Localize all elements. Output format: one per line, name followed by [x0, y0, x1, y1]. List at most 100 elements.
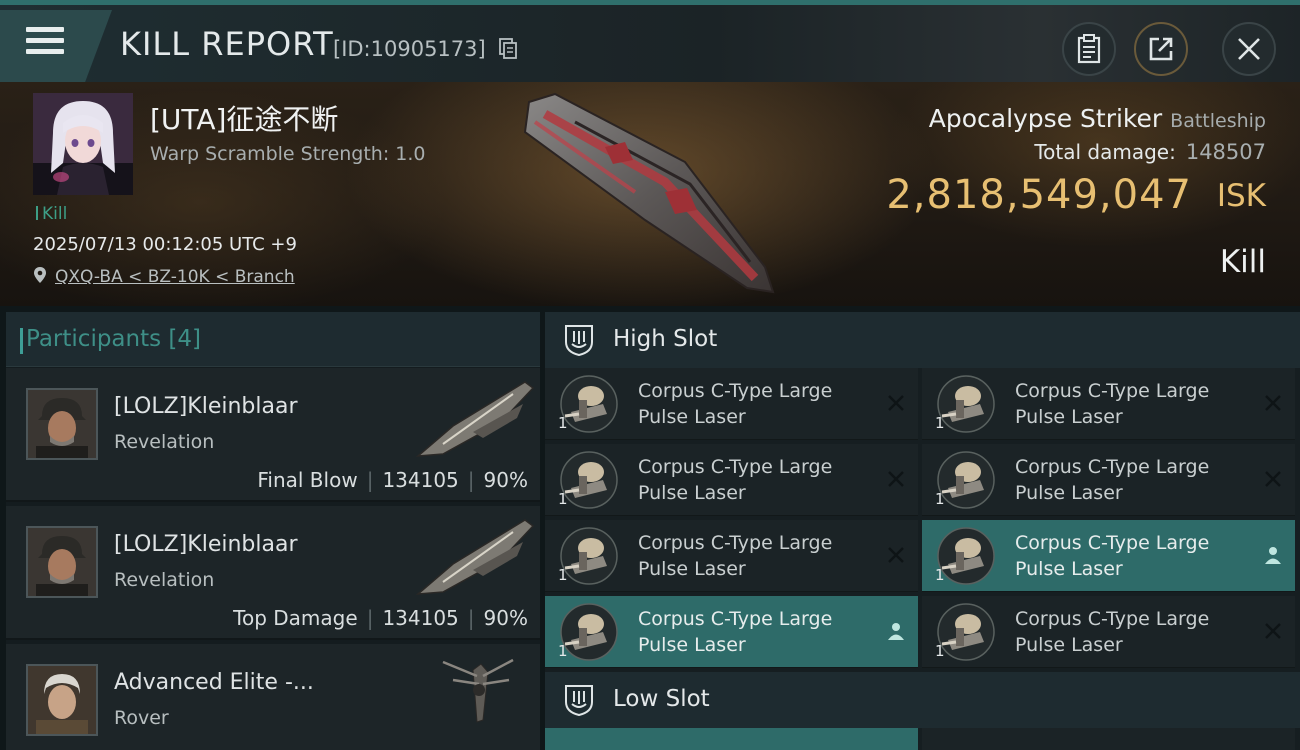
clipboard-icon: [1077, 34, 1101, 64]
module-name: Corpus C-Type Large Pulse Laser: [638, 456, 833, 504]
module-item[interactable]: 1 Corpus C-Type Large Pulse Laser: [922, 520, 1295, 592]
module-name: Corpus C-Type Large Pulse Laser: [638, 380, 833, 428]
participant-name: [LOLZ]Kleinblaar: [114, 532, 298, 557]
module-quantity: 1: [935, 566, 945, 584]
participant-ship: Revelation: [114, 569, 215, 591]
menu-button[interactable]: [26, 27, 64, 59]
destroyed-x-icon: [886, 545, 906, 565]
destroyed-x-icon: [886, 469, 906, 489]
module-item[interactable]: 1 Corpus C-Type Large Pulse Laser: [545, 368, 918, 440]
participant-avatar: [26, 388, 98, 460]
pulse-laser-icon: [936, 374, 996, 434]
report-id: [ID:10905173]: [333, 37, 486, 61]
destroyed-x-icon: [886, 393, 906, 413]
victim-avatar[interactable]: [33, 93, 133, 195]
module-quantity: 1: [558, 642, 568, 660]
victim-banner: [UTA]征途不断 Warp Scramble Strength: 1.0 Ki…: [0, 82, 1300, 306]
result-label: Kill: [1219, 244, 1266, 280]
share-button[interactable]: [1134, 22, 1188, 76]
module-item[interactable]: 1 Corpus C-Type Large Pulse Laser: [545, 444, 918, 516]
module-quantity: 1: [935, 490, 945, 508]
menu-icon: [26, 27, 64, 32]
copy-icon[interactable]: [499, 38, 517, 60]
participant-ship: Revelation: [114, 431, 215, 453]
module-quantity: 1: [558, 490, 568, 508]
low-slot-icon: [565, 685, 593, 716]
destroyed-x-icon: [1263, 621, 1283, 641]
participant-stats: Final Blow | 134105 | 90%: [257, 468, 528, 492]
fitting-slots-panel: High Slot 1 Corpus C-Type Large Pulse Las…: [545, 312, 1300, 750]
low-slot-module[interactable]: [545, 728, 918, 750]
participant-damage: 134105: [382, 606, 459, 630]
victim-ship-image: [523, 92, 775, 294]
pulse-laser-icon: [936, 450, 996, 510]
total-damage-label: Total damage:: [1034, 140, 1176, 164]
module-quantity: 1: [558, 566, 568, 584]
participants-header: Participants [4]: [6, 312, 540, 367]
module-name: Corpus C-Type Large Pulse Laser: [1015, 380, 1210, 428]
isk-unit: ISK: [1216, 178, 1266, 214]
module-name: Corpus C-Type Large Pulse Laser: [638, 608, 833, 656]
isk-value: 2,818,549,047: [886, 172, 1192, 218]
low-slot-header: Low Slot: [545, 672, 1300, 728]
participants-title: Participants [4]: [20, 326, 201, 354]
module-item[interactable]: 1 Corpus C-Type Large Pulse Laser: [922, 444, 1295, 516]
pulse-laser-icon: [936, 602, 996, 662]
warp-scramble-strength: Warp Scramble Strength: 1.0: [150, 143, 426, 165]
clipboard-button[interactable]: [1062, 22, 1116, 76]
close-icon: [1238, 38, 1260, 60]
module-item[interactable]: 1 Corpus C-Type Large Pulse Laser: [922, 596, 1295, 668]
ship-name-text: Apocalypse Striker: [928, 104, 1163, 133]
participant-row[interactable]: [LOLZ]Kleinblaar Revelation Top Damage | 1…: [6, 506, 540, 640]
victim-name[interactable]: [UTA]征途不断: [150, 98, 338, 138]
high-slot-label: High Slot: [613, 326, 718, 352]
close-button[interactable]: [1222, 22, 1276, 76]
kill-timestamp: 2025/07/13 00:12:05 UTC +9: [33, 234, 297, 255]
ship-class: Battleship: [1170, 110, 1266, 132]
module-quantity: 1: [558, 414, 568, 432]
pulse-laser-icon: [936, 526, 996, 586]
participant-role: Final Blow: [257, 468, 358, 492]
high-slot-header: High Slot: [545, 312, 1300, 368]
participant-damage: 134105: [382, 468, 459, 492]
participants-panel: Participants [4] [LOLZ]Kleinblaar Revela…: [6, 312, 540, 750]
location-link[interactable]: QXQ-BA < BZ-10K < Branch: [55, 267, 295, 287]
module-item[interactable]: 1 Corpus C-Type Large Pulse Laser: [545, 520, 918, 592]
participant-avatar: [26, 664, 98, 736]
pulse-laser-icon: [559, 450, 619, 510]
participant-percent: 90%: [483, 468, 528, 492]
high-slot-icon: [565, 325, 593, 356]
participant-avatar: [26, 526, 98, 598]
pulse-laser-icon: [559, 602, 619, 662]
participant-row[interactable]: Advanced Elite -... Rover: [6, 644, 540, 750]
destroyed-x-icon: [1263, 393, 1283, 413]
destroyed-x-icon: [1263, 469, 1283, 489]
participant-ship-image: [415, 519, 535, 595]
dropped-person-icon: [1263, 545, 1283, 565]
module-quantity: 1: [935, 642, 945, 660]
victim-ship-name[interactable]: Apocalypse Striker Battleship: [929, 104, 1266, 133]
low-slot-label: Low Slot: [613, 686, 710, 712]
module-name: Corpus C-Type Large Pulse Laser: [1015, 532, 1210, 580]
low-slot-module[interactable]: [922, 728, 1295, 750]
kill-tag: Kill: [36, 204, 67, 224]
participant-stats: Top Damage | 134105 | 90%: [233, 606, 528, 630]
pulse-laser-icon: [559, 374, 619, 434]
module-quantity: 1: [935, 414, 945, 432]
location-pin-icon: [34, 267, 46, 283]
participant-name: [LOLZ]Kleinblaar: [114, 394, 298, 419]
module-name: Corpus C-Type Large Pulse Laser: [1015, 456, 1210, 504]
participant-ship-image: [442, 658, 514, 723]
pulse-laser-icon: [559, 526, 619, 586]
participant-role: Top Damage: [233, 606, 358, 630]
dropped-person-icon: [886, 621, 906, 641]
total-damage: Total damage: 148507: [1034, 140, 1266, 164]
module-item[interactable]: 1 Corpus C-Type Large Pulse Laser: [922, 368, 1295, 440]
participant-ship: Rover: [114, 707, 169, 729]
participant-row[interactable]: [LOLZ]Kleinblaar Revelation Final Blow | 1…: [6, 368, 540, 502]
page-title: KILL REPORT: [120, 25, 334, 63]
module-item[interactable]: 1 Corpus C-Type Large Pulse Laser: [545, 596, 918, 668]
share-icon: [1149, 37, 1173, 61]
module-name: Corpus C-Type Large Pulse Laser: [1015, 608, 1210, 656]
participant-percent: 90%: [483, 606, 528, 630]
